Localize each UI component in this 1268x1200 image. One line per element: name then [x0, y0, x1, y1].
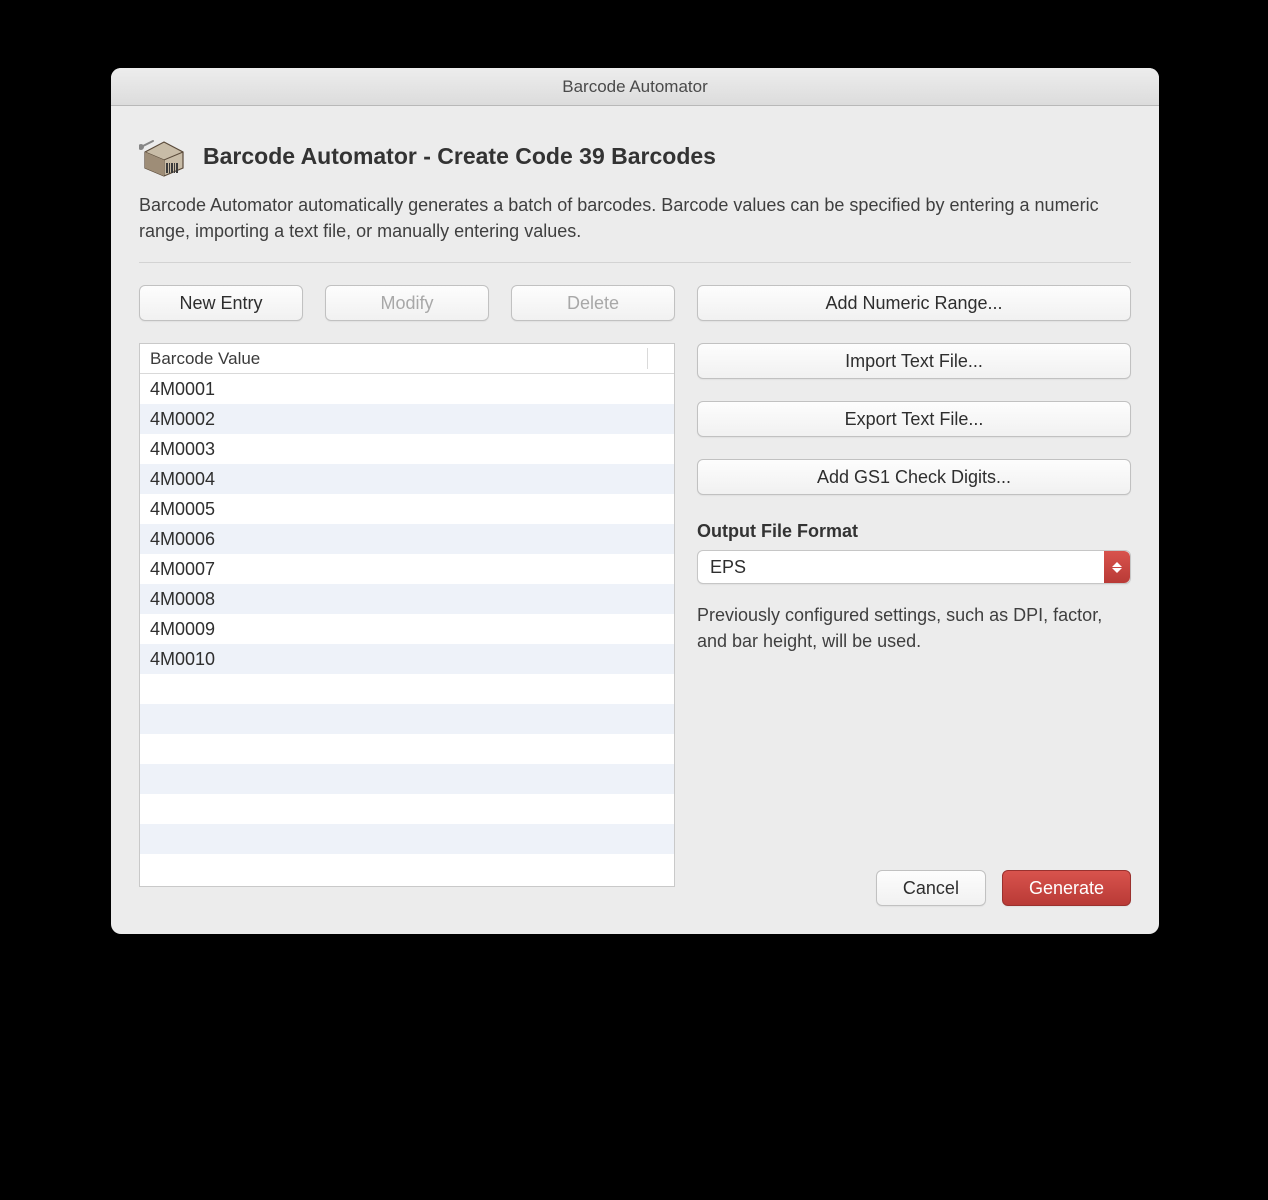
table-header-label: Barcode Value [150, 349, 260, 369]
main-row: New Entry Modify Delete Barcode Value 4M… [139, 285, 1131, 887]
table-row[interactable]: 4M0009 [140, 614, 674, 644]
table-header[interactable]: Barcode Value [140, 344, 674, 374]
table-row[interactable]: 4M0005 [140, 494, 674, 524]
table-row[interactable] [140, 854, 674, 884]
table-row[interactable] [140, 674, 674, 704]
titlebar[interactable]: Barcode Automator [111, 68, 1159, 106]
header-row: Barcode Automator - Create Code 39 Barco… [139, 134, 1131, 178]
add-gs1-check-digits-button[interactable]: Add GS1 Check Digits... [697, 459, 1131, 495]
barcode-table: Barcode Value 4M00014M00024M00034M00044M… [139, 343, 675, 887]
window-title: Barcode Automator [562, 77, 708, 97]
cancel-button[interactable]: Cancel [876, 870, 986, 906]
divider [139, 262, 1131, 263]
export-text-file-button[interactable]: Export Text File... [697, 401, 1131, 437]
import-text-file-button[interactable]: Import Text File... [697, 343, 1131, 379]
table-row[interactable] [140, 734, 674, 764]
table-row[interactable]: 4M0004 [140, 464, 674, 494]
table-row[interactable] [140, 794, 674, 824]
new-entry-button[interactable]: New Entry [139, 285, 303, 321]
output-format-label: Output File Format [697, 521, 1131, 542]
table-row[interactable]: 4M0003 [140, 434, 674, 464]
settings-hint: Previously configured settings, such as … [697, 602, 1131, 654]
table-row[interactable]: 4M0001 [140, 374, 674, 404]
table-row[interactable] [140, 824, 674, 854]
left-column: New Entry Modify Delete Barcode Value 4M… [139, 285, 675, 887]
dialog-window: Barcode Automator [111, 68, 1159, 934]
table-row[interactable]: 4M0002 [140, 404, 674, 434]
right-column: Add Numeric Range... Import Text File...… [697, 285, 1131, 887]
dialog-content: Barcode Automator - Create Code 39 Barco… [111, 106, 1159, 911]
footer-buttons: Cancel Generate [876, 870, 1131, 906]
table-row[interactable]: 4M0006 [140, 524, 674, 554]
table-row[interactable]: 4M0010 [140, 644, 674, 674]
table-row[interactable]: 4M0007 [140, 554, 674, 584]
output-format-value: EPS [710, 557, 746, 578]
table-row[interactable] [140, 764, 674, 794]
dialog-heading: Barcode Automator - Create Code 39 Barco… [203, 143, 716, 170]
entry-buttons-row: New Entry Modify Delete [139, 285, 675, 321]
add-numeric-range-button[interactable]: Add Numeric Range... [697, 285, 1131, 321]
dialog-description: Barcode Automator automatically generate… [139, 192, 1131, 244]
table-body[interactable]: 4M00014M00024M00034M00044M00054M00064M00… [140, 374, 674, 886]
output-format-dropdown[interactable]: EPS [697, 550, 1131, 584]
table-row[interactable] [140, 704, 674, 734]
delete-button[interactable]: Delete [511, 285, 675, 321]
dropdown-arrows-icon [1104, 551, 1130, 583]
modify-button[interactable]: Modify [325, 285, 489, 321]
table-row[interactable]: 4M0008 [140, 584, 674, 614]
generate-button[interactable]: Generate [1002, 870, 1131, 906]
barcode-automator-icon [139, 134, 189, 178]
